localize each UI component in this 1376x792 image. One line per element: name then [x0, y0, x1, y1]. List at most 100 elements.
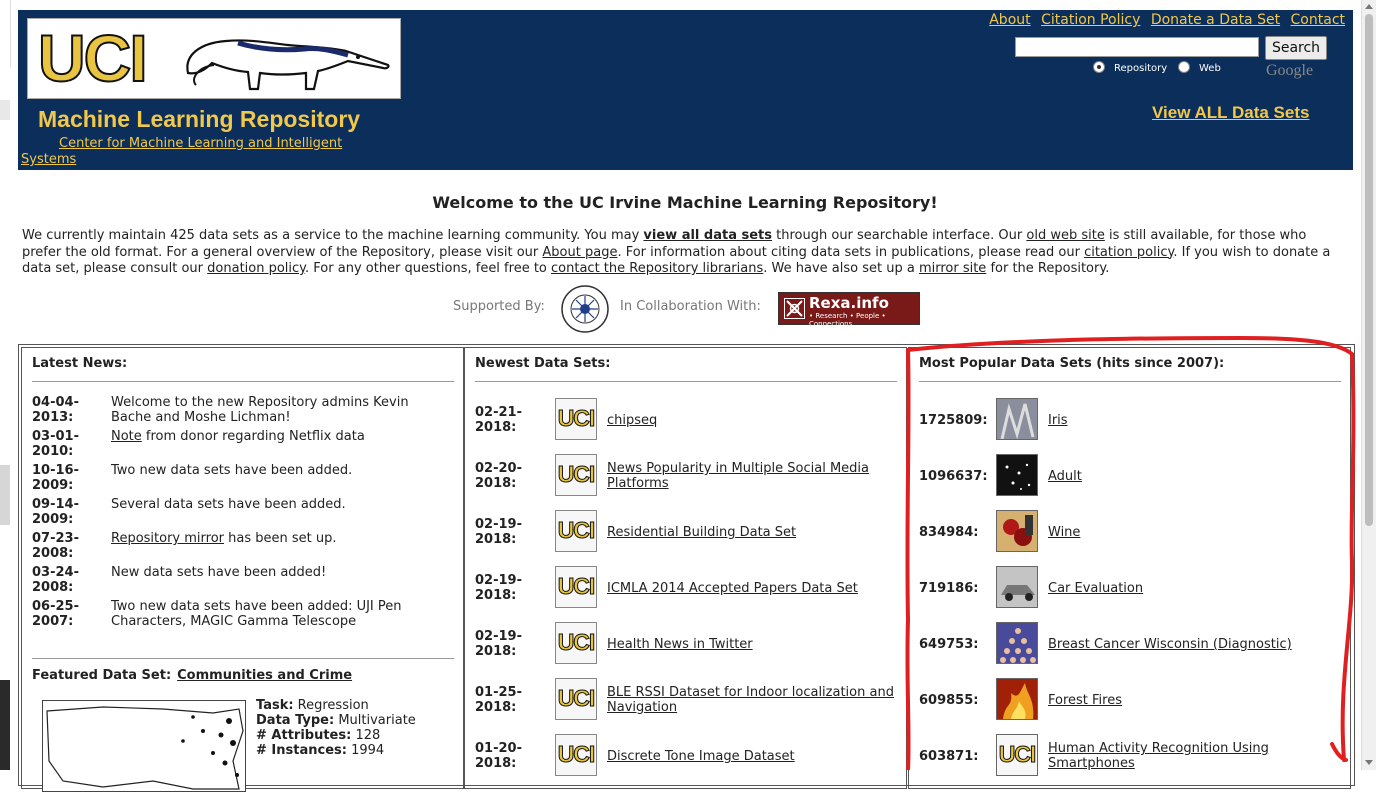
scrollbar-thumb[interactable] [1365, 14, 1373, 526]
rexa-x-icon [784, 298, 805, 319]
latest-news-heading: Latest News: [32, 356, 128, 371]
uci-icon[interactable]: UCI [555, 622, 597, 664]
page-scrollbar[interactable] [1361, 0, 1376, 770]
dataset-link[interactable]: Residential Building Data Set [607, 525, 897, 540]
mirror-site-link[interactable]: mirror site [919, 261, 986, 276]
netflix-note-link[interactable]: Note [111, 429, 142, 444]
dataset-link[interactable]: Health News in Twitter [607, 637, 897, 652]
forest-fires-thumbnail[interactable] [996, 678, 1038, 720]
donate-link[interactable]: Donate a Data Set [1151, 12, 1280, 28]
radio-web[interactable] [1178, 61, 1190, 73]
view-all-datasets-link[interactable]: View ALL Data Sets [1152, 103, 1309, 123]
cmlis-link[interactable]: Center for Machine Learning and Intellig… [59, 136, 404, 151]
dataset-link[interactable]: chipseq [607, 413, 897, 428]
dataset-link[interactable]: BLE RSSI Dataset for Indoor localization… [607, 685, 897, 715]
citation-policy-link[interactable]: Citation Policy [1041, 12, 1140, 28]
hit-count: 1725809: [919, 413, 988, 428]
iris-thumbnail[interactable] [996, 398, 1038, 440]
welcome-heading: Welcome to the UC Irvine Machine Learnin… [432, 193, 938, 212]
cmlis-link-line2[interactable]: Systems [21, 152, 76, 167]
featured-dataset-link[interactable]: Communities and Crime [177, 668, 352, 683]
news-item: New data sets have been added! [111, 565, 327, 580]
dataset-link[interactable]: Wine [1048, 525, 1328, 540]
news-date: 09-14- 2009: [32, 497, 79, 527]
uci-icon[interactable]: UCI [555, 566, 597, 608]
car-thumbnail[interactable] [996, 566, 1038, 608]
rexa-tagline: • Research • People • Connections [809, 312, 886, 328]
uci-icon[interactable]: UCI [555, 398, 597, 440]
intro-text: . We have also set up a [763, 261, 919, 276]
news-item: Two new data sets have been added. [111, 463, 353, 478]
search-input[interactable] [1015, 37, 1259, 57]
dataset-link[interactable]: Discrete Tone Image Dataset [607, 749, 897, 764]
contact-librarians-link[interactable]: contact the Repository librarians [551, 261, 763, 276]
dataset-date: 01-20- 2018: [475, 741, 522, 771]
scroll-down-arrow-icon[interactable] [1365, 760, 1373, 765]
news-item: Repository mirror has been set up. [111, 531, 337, 546]
hit-count: 834984: [919, 525, 979, 540]
dataset-date: 02-19- 2018: [475, 629, 522, 659]
dataset-link[interactable]: Adult [1048, 469, 1328, 484]
news-date: 07-23- 2008: [32, 531, 79, 561]
wine-thumbnail[interactable] [996, 510, 1038, 552]
dataset-link[interactable]: Breast Cancer Wisconsin (Diagnostic) [1048, 637, 1328, 652]
dataset-link[interactable]: Forest Fires [1048, 693, 1328, 708]
popular-datasets-heading: Most Popular Data Sets (hits since 2007)… [919, 356, 1225, 371]
repository-mirror-link[interactable]: Repository mirror [111, 531, 224, 546]
breast-cancer-thumbnail[interactable] [996, 622, 1038, 664]
divider [32, 381, 454, 382]
contact-link[interactable]: Contact [1291, 12, 1345, 28]
dataset-link[interactable]: Iris [1048, 413, 1328, 428]
donation-policy-link[interactable]: donation policy [207, 261, 305, 276]
view-all-data-sets-link[interactable]: view all data sets [643, 228, 772, 243]
intro-text: We currently maintain 425 data sets as a… [22, 228, 644, 243]
hit-count: 649753: [919, 637, 979, 652]
news-date: 06-25- 2007: [32, 599, 79, 629]
us-map-image[interactable] [42, 700, 246, 792]
adult-thumbnail[interactable] [996, 454, 1038, 496]
newest-datasets-heading: Newest Data Sets: [475, 356, 611, 371]
uci-logo[interactable]: UCI [27, 18, 401, 99]
news-item: Two new data sets have been added: UJI P… [111, 599, 402, 629]
news-date: 03-01- 2010: [32, 429, 79, 459]
site-header: UCI Machine Learning Repository Center f… [18, 10, 1353, 170]
google-logo: Google [1266, 62, 1314, 79]
featured-dataset-heading: Featured Data Set: Communities and Crime [32, 668, 353, 683]
citation-policy-inline-link[interactable]: citation policy [1084, 245, 1173, 260]
about-page-link[interactable]: About page [542, 245, 617, 260]
radio-repository[interactable] [1093, 61, 1105, 73]
dataset-link[interactable]: Human Activity Recognition Using Smartph… [1048, 741, 1328, 771]
rexa-name: Rexa.info [809, 294, 889, 312]
uci-icon[interactable]: UCI [555, 510, 597, 552]
dataset-link[interactable]: News Popularity in Multiple Social Media… [607, 461, 897, 491]
dataset-date: 02-19- 2018: [475, 573, 522, 603]
news-item: Welcome to the new Repository admins Kev… [111, 395, 409, 425]
news-date: 04-04- 2013: [32, 395, 79, 425]
rexa-logo[interactable]: Rexa.info • Research • People • Connecti… [778, 292, 920, 328]
intro-text: . For any other questions, feel free to [305, 261, 552, 276]
scroll-up-arrow-icon[interactable] [1365, 4, 1373, 9]
search-button[interactable]: Search [1265, 36, 1327, 60]
left-window-strip [0, 0, 11, 770]
divider [475, 381, 897, 382]
dataset-date: 02-20- 2018: [475, 461, 522, 491]
old-web-site-link[interactable]: old web site [1026, 228, 1104, 243]
dataset-link[interactable]: ICMLA 2014 Accepted Papers Data Set [607, 581, 897, 596]
nsf-seal-icon[interactable] [560, 284, 610, 334]
divider [919, 381, 1341, 382]
intro-text: . For information about citing data sets… [617, 244, 1085, 260]
featured-dataset-info: Task: Regression Data Type: Multivariate… [256, 698, 416, 758]
news-date: 10-16- 2009: [32, 463, 79, 493]
uci-icon[interactable]: UCI [555, 454, 597, 496]
intro-text: through our searchable interface. Our [772, 228, 1027, 243]
content-columns: Latest News: 04-04- 2013: Welcome to the … [18, 344, 1355, 792]
dataset-link[interactable]: Car Evaluation [1048, 581, 1328, 596]
dataset-date: 02-21- 2018: [475, 405, 522, 435]
dataset-date: 01-25- 2018: [475, 685, 522, 715]
collaboration-label: In Collaboration With: [620, 299, 761, 314]
news-date: 03-24- 2008: [32, 565, 79, 595]
latest-news-panel: Latest News: 04-04- 2013: Welcome to the … [21, 347, 464, 792]
news-item: Note from donor regarding Netflix data [111, 429, 365, 444]
uci-icon[interactable]: UCI [555, 678, 597, 720]
about-link[interactable]: About [989, 12, 1030, 28]
